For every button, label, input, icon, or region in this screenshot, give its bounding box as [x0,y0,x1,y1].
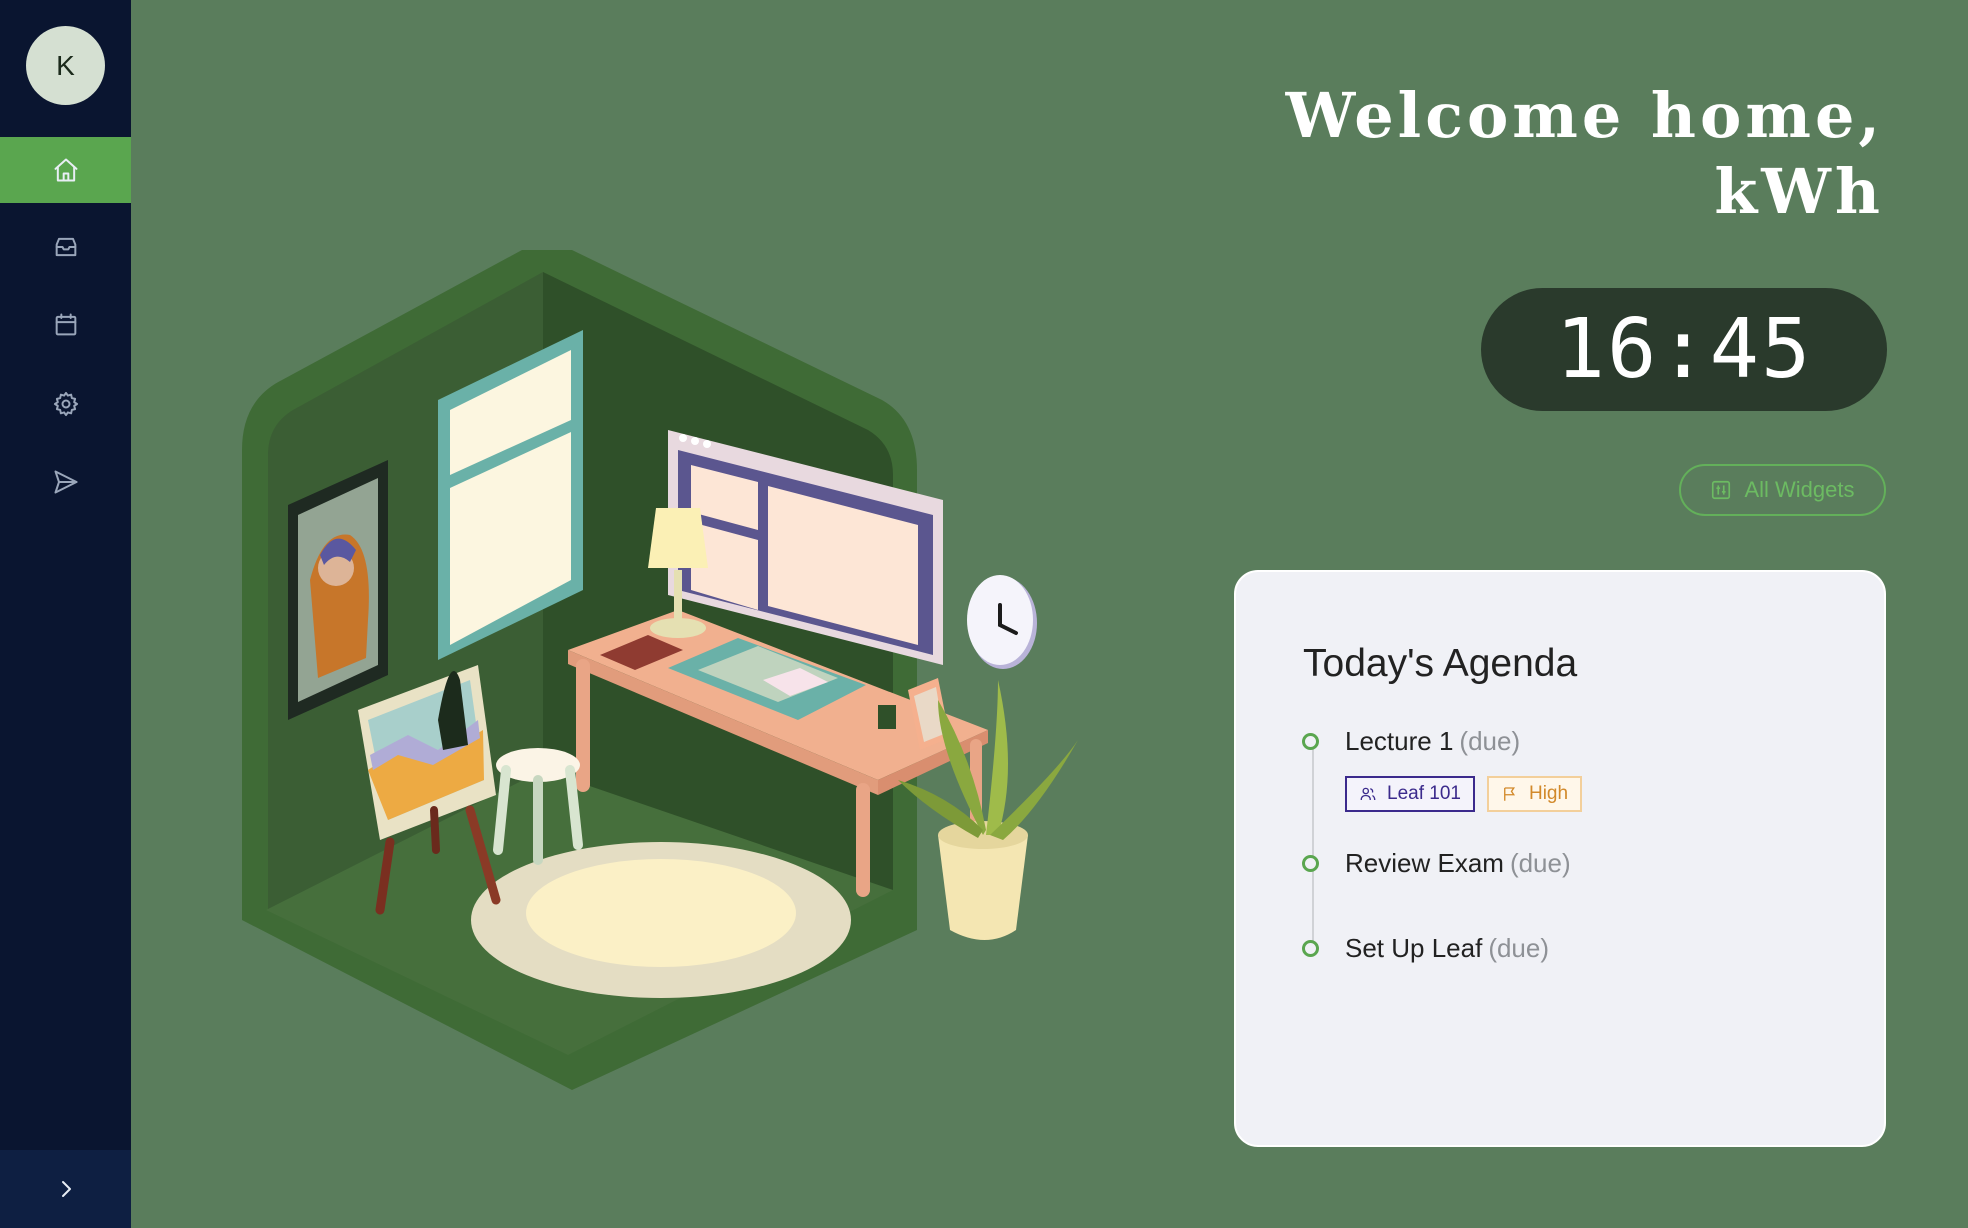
sidebar-item-home[interactable] [0,137,131,203]
all-widgets-button[interactable]: All Widgets [1679,464,1886,516]
agenda-item[interactable]: Set Up Leaf (due) [1302,933,1549,964]
welcome-user-name: kWh [1714,155,1884,228]
sidebar-item-settings[interactable] [0,371,131,437]
agenda-item-status: (due) [1509,848,1571,878]
agenda-item-name: Lecture 1 [1345,726,1454,756]
agenda-item-tags: Leaf 101 High [1345,776,1583,812]
gear-icon [53,391,78,417]
send-icon [54,470,77,494]
agenda-item-name: Review Exam [1345,848,1504,878]
inbox-icon [55,237,76,257]
avatar[interactable]: K [26,26,105,105]
home-icon [54,158,77,182]
calendar-icon [55,313,76,336]
sidebar-collapse-button[interactable] [0,1150,131,1228]
widgets-icon [1712,480,1731,500]
agenda-item[interactable]: Review Exam (due) [1302,848,1571,879]
sidebar-item-inbox[interactable] [0,214,131,280]
agenda-item-status: (due) [1459,726,1521,756]
agenda-item-name: Set Up Leaf [1345,933,1483,963]
chevron-right-icon [61,1181,71,1197]
sidebar-item-send[interactable] [0,449,131,515]
agenda-item-status: (due) [1488,933,1550,963]
agenda-timeline [1312,744,1314,949]
flag-icon [1504,787,1515,801]
priority-tag-label: High [1528,783,1569,804]
course-tag-label: Leaf 101 [1387,783,1461,804]
welcome-line-1: Welcome home, [1285,79,1884,152]
agenda-item[interactable]: Lecture 1 (due) [1302,726,1520,757]
agenda-card: Today's Agenda Lecture 1 (due) Leaf 101 … [1234,570,1886,1147]
welcome-heading: Welcome home, kWh [1286,78,1884,230]
all-widgets-label: All Widgets [1744,477,1855,502]
agenda-dot [1302,855,1319,872]
priority-tag[interactable]: High [1486,776,1583,812]
users-icon [1360,787,1376,801]
agenda-title: Today's Agenda [1303,642,1578,685]
clock-widget: 16:45 [1481,288,1887,411]
sidebar: K [0,0,131,1228]
room-illustration [242,250,1078,1090]
course-tag[interactable]: Leaf 101 [1345,776,1475,812]
sidebar-item-calendar[interactable] [0,292,131,358]
agenda-dot [1302,940,1319,957]
agenda-dot [1302,733,1319,750]
